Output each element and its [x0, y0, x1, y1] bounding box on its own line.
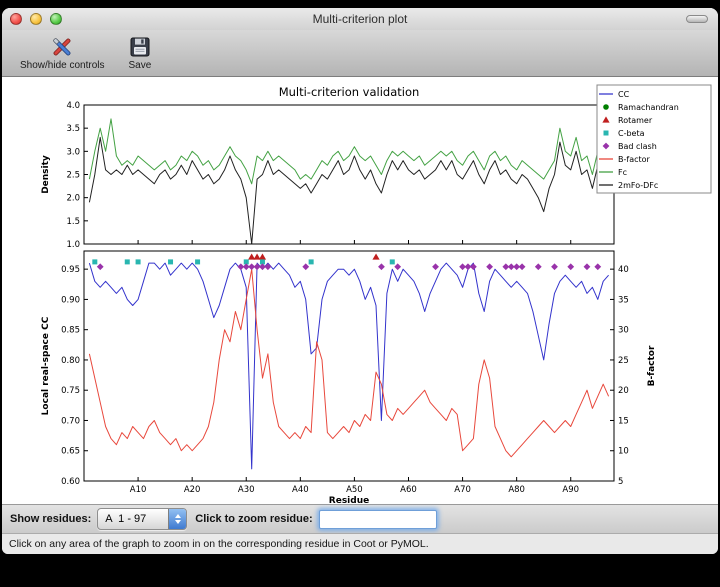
zoom-button[interactable] [50, 13, 62, 25]
svg-text:10: 10 [618, 447, 629, 457]
save-icon [129, 34, 151, 59]
svg-text:2.5: 2.5 [66, 171, 80, 181]
minimize-button[interactable] [30, 13, 42, 25]
residue-range-select[interactable]: A 1 - 97 [97, 508, 187, 530]
tools-icon [50, 34, 74, 59]
svg-text:0.80: 0.80 [61, 356, 80, 366]
svg-text:35: 35 [618, 295, 629, 305]
svg-text:B-factor: B-factor [647, 345, 657, 386]
svg-text:0.90: 0.90 [61, 295, 80, 305]
svg-text:2mFo-DFc: 2mFo-DFc [618, 181, 658, 190]
plot-area: 4.0 3.5 3.0 2.5 2.0 1.5 1.0 0.95 0.90 0.85 0.80 0.7… [2, 77, 718, 504]
svg-text:0.95: 0.95 [61, 265, 80, 275]
svg-text:20: 20 [618, 386, 629, 396]
svg-text:A60: A60 [400, 485, 417, 495]
svg-text:0.60: 0.60 [61, 477, 80, 487]
svg-text:Local real-space CC: Local real-space CC [41, 316, 51, 415]
svg-text:Fc: Fc [618, 168, 627, 177]
svg-text:Residue: Residue [329, 496, 369, 504]
toolbar: Show/hide controls Save [2, 30, 718, 77]
svg-text:A20: A20 [184, 485, 201, 495]
svg-text:0.65: 0.65 [61, 447, 80, 457]
svg-text:0.75: 0.75 [61, 386, 80, 396]
svg-text:B-factor: B-factor [618, 155, 651, 164]
svg-text:25: 25 [618, 356, 629, 366]
svg-text:3.5: 3.5 [66, 124, 80, 134]
status-bar: Click on any area of the graph to zoom i… [2, 533, 718, 554]
residue-range-value: A 1 - 97 [98, 509, 168, 529]
svg-text:0.70: 0.70 [61, 416, 80, 426]
svg-text:15: 15 [618, 416, 629, 426]
svg-text:Density: Density [41, 155, 51, 194]
controls-bar: Show residues: A 1 - 97 Click to zoom re… [2, 504, 718, 533]
svg-text:4.0: 4.0 [66, 101, 80, 111]
save-button[interactable]: Save [121, 32, 160, 72]
tool-button-label: Save [129, 60, 152, 71]
svg-text:1.0: 1.0 [66, 240, 80, 250]
status-text: Click on any area of the graph to zoom i… [9, 538, 429, 550]
svg-text:40: 40 [618, 265, 629, 275]
svg-text:Ramachandran: Ramachandran [618, 103, 679, 112]
app-window: Multi-criterion plot Show/hide controls [2, 8, 718, 554]
tool-button-label: Show/hide controls [20, 60, 105, 71]
stepper-arrows-icon [168, 509, 186, 529]
svg-text:5: 5 [618, 477, 623, 487]
svg-text:Bad clash: Bad clash [618, 142, 657, 151]
svg-text:A80: A80 [508, 485, 525, 495]
svg-text:3.0: 3.0 [66, 147, 80, 157]
svg-text:Multi-criterion validation: Multi-criterion validation [279, 85, 420, 99]
svg-text:CC: CC [618, 90, 630, 99]
show-hide-controls-button[interactable]: Show/hide controls [12, 32, 113, 72]
svg-text:A50: A50 [346, 485, 363, 495]
svg-text:30: 30 [618, 326, 629, 336]
title-bar[interactable]: Multi-criterion plot [2, 8, 718, 30]
svg-text:A40: A40 [292, 485, 309, 495]
svg-text:A90: A90 [562, 485, 579, 495]
traffic-lights [10, 13, 70, 25]
svg-text:1.5: 1.5 [66, 217, 80, 227]
svg-text:Rotamer: Rotamer [618, 116, 653, 125]
show-residues-label: Show residues: [10, 513, 91, 525]
window-title: Multi-criterion plot [2, 8, 718, 30]
svg-text:A10: A10 [130, 485, 147, 495]
zoom-residue-input[interactable] [319, 510, 437, 529]
close-button[interactable] [10, 13, 22, 25]
svg-text:A70: A70 [454, 485, 471, 495]
toolbar-toggle-pill[interactable] [686, 15, 708, 23]
svg-text:2.0: 2.0 [66, 194, 80, 204]
svg-text:0.85: 0.85 [61, 326, 80, 336]
svg-text:A30: A30 [238, 485, 255, 495]
multi-criterion-chart[interactable]: 4.0 3.5 3.0 2.5 2.0 1.5 1.0 0.95 0.90 0.85 0.80 0.7… [2, 77, 718, 504]
svg-text:C-beta: C-beta [618, 129, 645, 138]
zoom-residue-label: Click to zoom residue: [195, 513, 312, 525]
